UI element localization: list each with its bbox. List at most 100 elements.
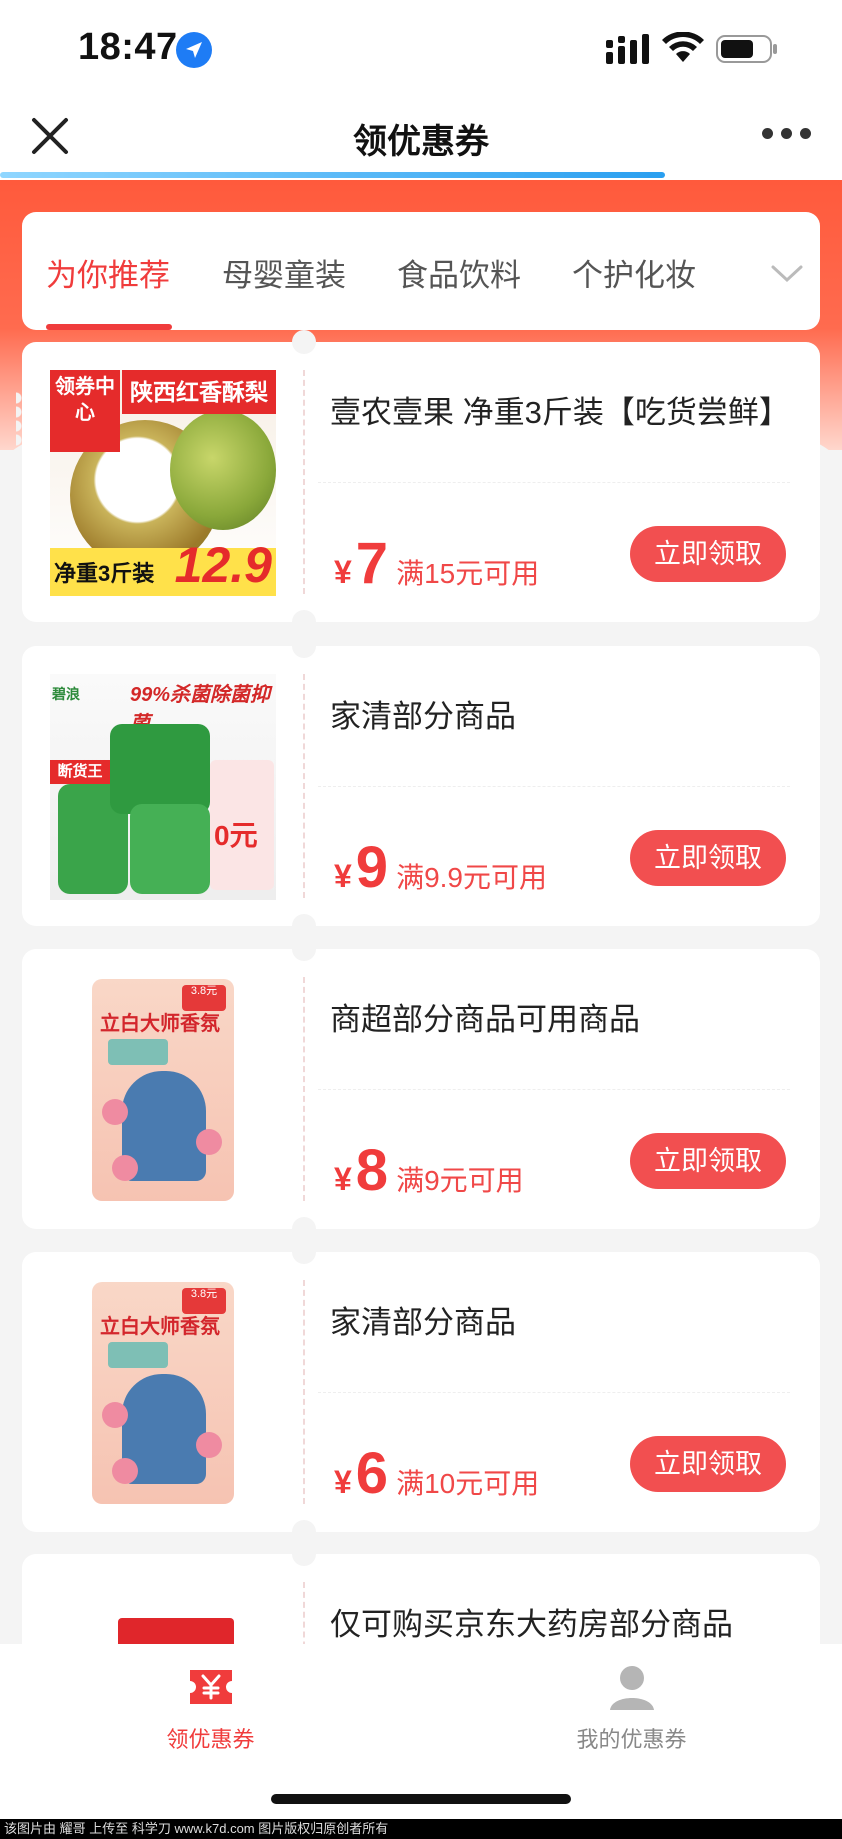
card-divider	[303, 674, 305, 898]
coupon-title: 仅可购买京东大药房部分商品	[330, 1607, 733, 1642]
coupon-condition: 满10元可用	[396, 1468, 540, 1499]
pouch-illustration	[130, 804, 210, 894]
card-divider	[303, 370, 305, 594]
wifi-icon	[662, 32, 704, 62]
card-edge	[16, 392, 28, 572]
more-options-icon[interactable]	[762, 128, 812, 144]
tab-label: 领优惠券	[166, 1727, 255, 1752]
card-divider	[318, 482, 790, 483]
card-edge	[16, 999, 28, 1179]
card-notch	[292, 937, 316, 961]
tab-personal-care[interactable]: 个护化妆	[572, 250, 696, 295]
page-load-progress	[0, 172, 842, 180]
card-notch	[292, 1542, 316, 1566]
nav-bar: 领优惠券	[0, 100, 842, 180]
coupon-price: ¥9 满9.9元可用	[334, 834, 547, 900]
status-time: 18:47	[78, 26, 178, 68]
card-divider	[318, 1392, 790, 1393]
coupon-amount: 7	[355, 531, 389, 596]
label-band	[108, 1039, 168, 1065]
tab-label: 我的优惠券	[576, 1727, 687, 1752]
page-title: 领优惠券	[353, 123, 489, 161]
coupon-card: 仅可购买京东大药房部分商品	[16, 1542, 820, 1644]
cellular-signal-icon	[606, 34, 649, 64]
coupon-title: 壹农壹果 净重3斤装【吃货尝鲜】	[330, 395, 790, 430]
coupon-price: ¥8 满9元可用	[334, 1137, 524, 1203]
claim-button[interactable]: 立即领取	[630, 830, 786, 886]
coupon-card: 3.8元 立白大师香氛 商超部分商品可用商品 ¥8 满9元可用 立即领取	[16, 937, 820, 1241]
coupon-amount: 9	[355, 835, 389, 900]
flower-illustration	[196, 1432, 222, 1458]
coupon-amount: 8	[355, 1138, 389, 1203]
coupon-title: 家清部分商品	[330, 1305, 516, 1340]
flower-illustration	[196, 1129, 222, 1155]
battery-icon	[716, 35, 777, 63]
tab-food-drinks[interactable]: 食品饮料	[397, 250, 521, 295]
coupon-amount: 6	[355, 1441, 389, 1506]
tab-baby-clothing[interactable]: 母婴童装	[222, 250, 346, 295]
pouch-illustration	[110, 724, 210, 814]
card-notch	[292, 1240, 316, 1264]
coupon-title: 家清部分商品	[330, 699, 516, 734]
card-notch	[292, 634, 316, 658]
claim-button[interactable]: 立即领取	[630, 1133, 786, 1189]
claim-button[interactable]: 立即领取	[630, 526, 786, 582]
tab-get-coupons[interactable]: 领优惠券	[0, 1644, 421, 1764]
medicine-pack-illustration	[118, 1618, 234, 1644]
user-avatar-icon	[610, 1666, 654, 1710]
product-image[interactable]: 碧浪 99%杀菌除菌抑菌 断货王 0元	[50, 674, 276, 900]
pouch-illustration: 3.8元 立白大师香氛	[92, 979, 234, 1201]
tab-my-coupons[interactable]: 我的优惠券	[421, 1644, 842, 1764]
product-image[interactable]	[50, 1582, 276, 1644]
tab-recommended[interactable]: 为你推荐	[46, 250, 170, 295]
flower-illustration	[112, 1458, 138, 1484]
currency-symbol: ¥	[334, 858, 352, 894]
coupon-list-area[interactable]: 为你推荐 母婴童装 食品饮料 个护化妆 领券中心 陕西红香酥梨 净重3斤装 12…	[0, 180, 842, 1644]
coupon-price: ¥7 满15元可用	[334, 530, 540, 596]
pouch-illustration: 3.8元 立白大师香氛	[92, 1282, 234, 1504]
coupon-condition: 满15元可用	[396, 558, 540, 589]
product-banner: 陕西红香酥梨	[122, 370, 276, 414]
bottom-tab-bar: 领优惠券 我的优惠券	[0, 1644, 842, 1839]
card-divider	[303, 1280, 305, 1504]
card-notch	[292, 1520, 316, 1544]
coupon-card: 碧浪 99%杀菌除菌抑菌 断货王 0元 家清部分商品 ¥9满9.9元可用 立即领…	[16, 634, 820, 938]
card-divider	[318, 1089, 790, 1090]
coupon-title: 商超部分商品可用商品	[330, 1002, 640, 1037]
product-tag: 断货王	[50, 760, 110, 784]
coupon-condition: 满9.9元可用	[396, 862, 547, 893]
card-notch	[292, 330, 316, 354]
flower-illustration	[102, 1402, 128, 1428]
category-tabs: 为你推荐 母婴童装 食品饮料 个护化妆	[22, 212, 820, 330]
currency-symbol: ¥	[334, 1464, 352, 1500]
coupon-price: ¥6 满10元可用	[334, 1440, 540, 1506]
coupon-ticket-icon	[190, 1670, 232, 1704]
product-brand: 立白大师香氛	[100, 1013, 220, 1035]
card-notch	[292, 914, 316, 938]
home-indicator[interactable]	[271, 1794, 571, 1804]
coupon-condition: 满9元可用	[396, 1165, 524, 1196]
pear-illustration	[170, 410, 276, 530]
status-bar: 18:47	[0, 0, 842, 100]
chevron-down-icon[interactable]	[770, 262, 804, 284]
card-edge	[16, 1604, 28, 1644]
watermark-footer: 该图片由 耀哥 上传至 科学刀 www.k7d.com 图片版权归原创者所有	[0, 1819, 842, 1839]
currency-symbol: ¥	[334, 1161, 352, 1197]
promo-badge: 领券中心	[50, 370, 120, 452]
card-divider	[303, 1582, 305, 1644]
active-tab-indicator	[46, 324, 172, 330]
product-image[interactable]: 3.8元 立白大师香氛	[50, 977, 276, 1203]
currency-symbol: ¥	[334, 554, 352, 590]
coupon-card: 领券中心 陕西红香酥梨 净重3斤装 12.9 壹农壹果 净重3斤装【吃货尝鲜】 …	[16, 330, 820, 634]
flower-illustration	[102, 1099, 128, 1125]
coupon-card: 3.8元 立白大师香氛 家清部分商品 ¥6 满10元可用 立即领取	[16, 1240, 820, 1544]
claim-button[interactable]: 立即领取	[630, 1436, 786, 1492]
card-edge	[16, 1302, 28, 1482]
progress-fill	[0, 172, 666, 178]
promo-weight: 净重3斤装	[54, 561, 155, 586]
product-image[interactable]: 领券中心 陕西红香酥梨 净重3斤装 12.9	[50, 370, 276, 596]
product-brand: 立白大师香氛	[100, 1316, 220, 1338]
promo-price: 0元	[214, 820, 258, 851]
card-edge	[16, 696, 28, 876]
product-image[interactable]: 3.8元 立白大师香氛	[50, 1280, 276, 1506]
